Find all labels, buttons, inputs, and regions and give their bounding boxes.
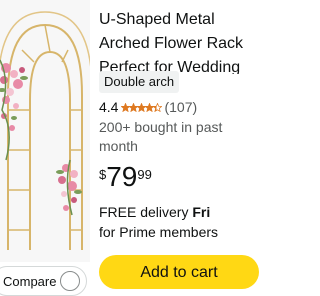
delivery-info: FREE delivery Fri for Prime members — [99, 202, 218, 242]
star-icon — [129, 103, 139, 112]
price-symbol: $ — [99, 167, 107, 182]
product-info: U-Shaped Metal Arched Flower Rack Perfec… — [99, 8, 259, 74]
price-fraction: 99 — [137, 167, 152, 182]
product-title[interactable]: U-Shaped Metal Arched Flower Rack Perfec… — [99, 8, 259, 74]
compare-radio[interactable] — [60, 271, 80, 291]
compare-label: Compare — [3, 273, 57, 289]
rating-count: (107) — [164, 99, 198, 115]
flower-arch-illustration — [0, 11, 90, 250]
star-rating — [121, 103, 163, 112]
product-title-line-1: U-Shaped Metal — [99, 11, 215, 28]
product-title-line-2: Arched Flower Rack — [99, 35, 244, 52]
price: $ 79 99 — [99, 162, 152, 192]
price-whole: 79 — [106, 161, 138, 192]
star-icon — [137, 103, 147, 112]
delivery-day: Fri — [192, 204, 211, 220]
delivery-prefix: FREE delivery — [99, 204, 193, 220]
bought-in-past-month: 200+ bought in past month — [99, 119, 223, 154]
rating-value: 4.4 — [99, 99, 119, 115]
variant-badge: Double arch — [99, 71, 180, 93]
compare-toggle[interactable]: Compare — [0, 266, 87, 296]
star-icon — [145, 103, 155, 112]
delivery-suffix: for Prime members — [99, 224, 219, 240]
star-icon — [153, 103, 163, 112]
rating-row[interactable]: 4.4 (107) — [99, 98, 197, 116]
product-image[interactable] — [0, 0, 90, 262]
star-icon — [121, 103, 131, 112]
add-to-cart-button[interactable]: Add to cart — [99, 255, 259, 289]
